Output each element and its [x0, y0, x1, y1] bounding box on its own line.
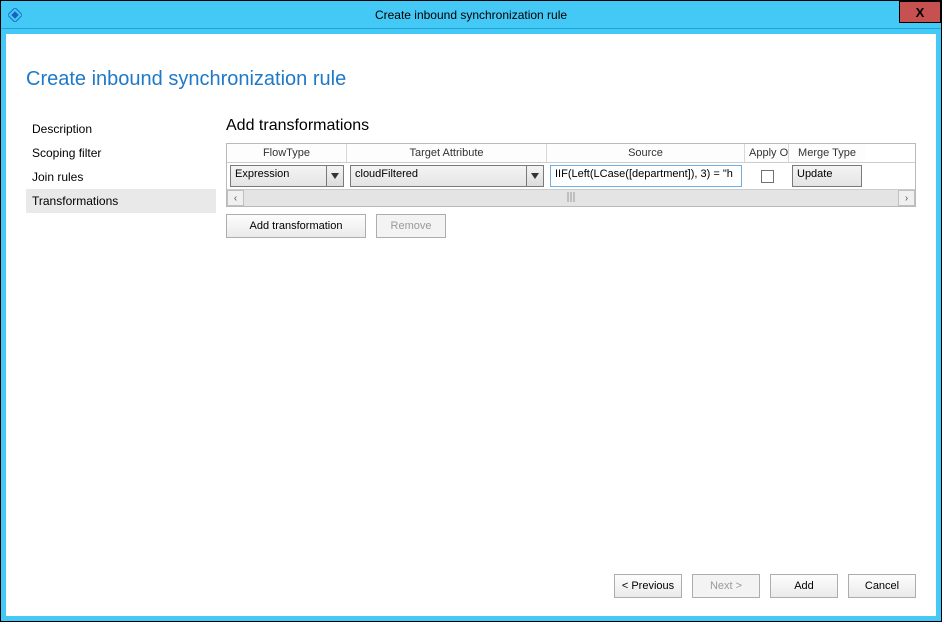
- sidebar-item-description[interactable]: Description: [26, 117, 216, 141]
- next-button: Next >: [692, 574, 760, 598]
- remove-button: Remove: [376, 214, 446, 238]
- scroll-left-button[interactable]: ‹: [227, 190, 244, 206]
- flowtype-value: Expression: [231, 166, 326, 186]
- grid-header: FlowType Target Attribute Source Apply O…: [227, 144, 915, 163]
- col-target-attribute: Target Attribute: [347, 144, 547, 162]
- chevron-down-icon: [526, 166, 543, 186]
- flowtype-select[interactable]: Expression: [230, 165, 344, 187]
- col-apply-once: Apply O: [745, 144, 789, 162]
- content-frame: Create inbound synchronization rule Desc…: [1, 29, 941, 621]
- target-attribute-select[interactable]: cloudFiltered: [350, 165, 544, 187]
- sidebar-item-join-rules[interactable]: Join rules: [26, 165, 216, 189]
- col-source: Source: [547, 144, 745, 162]
- titlebar: Create inbound synchronization rule X: [1, 1, 941, 29]
- apply-once-checkbox[interactable]: [761, 170, 774, 183]
- merge-type-select[interactable]: Update: [792, 165, 862, 187]
- section-title: Add transformations: [226, 117, 916, 135]
- wizard-footer: < Previous Next > Add Cancel: [226, 560, 916, 598]
- sidebar-item-label: Join rules: [32, 170, 83, 184]
- horizontal-scrollbar[interactable]: ‹ ›: [227, 189, 915, 206]
- chevron-down-icon: [326, 166, 343, 186]
- row-buttons: Add transformation Remove: [226, 214, 916, 238]
- page-title: Create inbound synchronization rule: [26, 68, 916, 91]
- cancel-button[interactable]: Cancel: [848, 574, 916, 598]
- scroll-track[interactable]: [244, 190, 898, 206]
- table-row: Expression cloudFiltered: [227, 163, 915, 189]
- body: Description Scoping filter Join rules Tr…: [26, 117, 916, 598]
- scroll-grip-icon: [568, 192, 575, 202]
- add-transformation-button[interactable]: Add transformation: [226, 214, 366, 238]
- sidebar-item-scoping-filter[interactable]: Scoping filter: [26, 141, 216, 165]
- main-content: Add transformations FlowType Target Attr…: [226, 117, 916, 598]
- wizard-sidebar: Description Scoping filter Join rules Tr…: [26, 117, 216, 598]
- sidebar-item-label: Transformations: [32, 194, 118, 208]
- transformations-grid: FlowType Target Attribute Source Apply O…: [226, 143, 916, 207]
- sidebar-item-label: Scoping filter: [32, 146, 101, 160]
- source-input[interactable]: IIF(Left(LCase([department]), 3) = "h: [550, 165, 742, 187]
- col-flowtype: FlowType: [227, 144, 347, 162]
- app-icon: [7, 7, 23, 23]
- add-button[interactable]: Add: [770, 574, 838, 598]
- window-title: Create inbound synchronization rule: [1, 8, 941, 22]
- sidebar-item-label: Description: [32, 122, 92, 136]
- merge-type-value: Update: [793, 166, 861, 186]
- previous-button[interactable]: < Previous: [614, 574, 682, 598]
- close-button[interactable]: X: [899, 1, 941, 23]
- target-attribute-value: cloudFiltered: [351, 166, 526, 186]
- col-merge-type: Merge Type: [789, 144, 865, 162]
- close-icon: X: [916, 5, 925, 20]
- scroll-right-button[interactable]: ›: [898, 190, 915, 206]
- sidebar-item-transformations[interactable]: Transformations: [26, 189, 216, 213]
- app-window: Create inbound synchronization rule X Cr…: [0, 0, 942, 622]
